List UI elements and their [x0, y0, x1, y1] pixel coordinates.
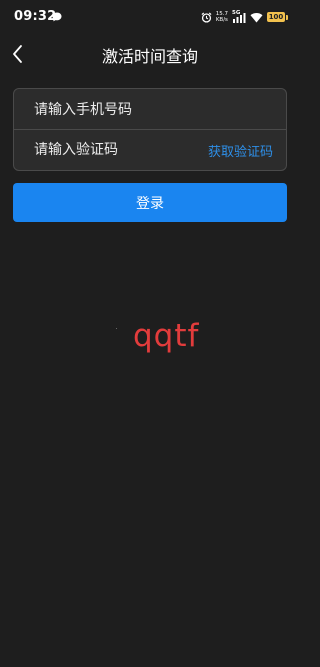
- verification-code-input[interactable]: [14, 130, 208, 170]
- wifi-icon: [250, 12, 263, 22]
- status-time: 09:32: [14, 9, 57, 24]
- get-code-button[interactable]: 获取验证码: [208, 141, 287, 160]
- page-title: 激活时间查询: [101, 47, 198, 66]
- signal-indicator: 5G: [232, 10, 246, 23]
- stray-dot: [116, 328, 117, 329]
- battery-icon: 100: [267, 12, 288, 22]
- status-icons: 15.7 KB/s 5G 100: [201, 9, 288, 25]
- alarm-clock-icon: [201, 11, 212, 23]
- status-bar: 09:32 15.7 KB/s 5G 100: [0, 0, 300, 36]
- phone-row: [14, 90, 286, 130]
- login-form: 获取验证码: [13, 88, 287, 171]
- overlay-text: qqtf: [133, 318, 200, 354]
- code-row: 获取验证码: [14, 130, 286, 170]
- network-speed-unit: KB/s: [215, 17, 228, 23]
- network-speed: 15.7 KB/s: [216, 11, 228, 23]
- login-button[interactable]: 登录: [13, 183, 287, 222]
- battery-level: 100: [268, 13, 284, 21]
- chat-bubble-icon: [52, 12, 62, 22]
- signal-bars-icon: [233, 12, 246, 23]
- phone-input[interactable]: [14, 90, 286, 130]
